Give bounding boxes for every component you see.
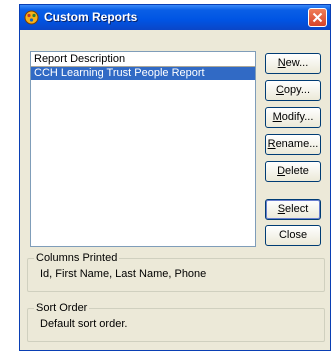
delete-button[interactable]: Delete <box>265 161 321 182</box>
copy-button-mnemonic: C <box>275 84 284 96</box>
list-header-report-description[interactable]: Report Description <box>31 52 255 67</box>
window-title: Custom Reports <box>44 10 138 24</box>
copy-button-label: opy... <box>283 84 311 96</box>
select-button-mnemonic: S <box>277 203 286 215</box>
list-item[interactable]: CCH Learning Trust People Report <box>31 67 255 80</box>
close-button-label: Close <box>278 229 308 241</box>
columns-printed-group: Columns Printed Id, First Name, Last Nam… <box>27 252 325 292</box>
close-icon <box>312 12 323 23</box>
title-bar[interactable]: Custom Reports <box>20 5 330 30</box>
select-button[interactable]: Select <box>265 199 321 220</box>
modify-button[interactable]: Modify... <box>265 107 321 128</box>
rename-button[interactable]: Rename... <box>265 134 321 155</box>
copy-button[interactable]: Copy... <box>265 80 321 101</box>
select-button-label: elect <box>285 203 309 215</box>
report-list[interactable]: Report Description CCH Learning Trust Pe… <box>30 51 256 247</box>
delete-button-mnemonic: D <box>277 165 286 177</box>
modify-button-mnemonic: M <box>272 111 282 123</box>
sort-order-label: Sort Order <box>34 302 90 314</box>
columns-printed-label: Columns Printed <box>34 252 120 264</box>
rename-button-mnemonic: R <box>267 138 276 150</box>
app-icon <box>24 10 39 25</box>
modify-button-label: odify... <box>281 111 314 123</box>
new-button-mnemonic: N <box>277 57 286 69</box>
custom-reports-window: Custom Reports Report Description CCH Le… <box>19 4 331 351</box>
sort-order-group: Sort Order Default sort order. <box>27 302 325 342</box>
close-button[interactable]: Close <box>265 225 321 246</box>
delete-button-label: elete <box>285 165 309 177</box>
close-window-button[interactable] <box>308 8 327 27</box>
new-button[interactable]: New... <box>265 53 321 74</box>
sort-order-value: Default sort order. <box>40 318 128 330</box>
rename-button-label: ename... <box>275 138 319 150</box>
new-button-label: ew... <box>285 57 309 69</box>
columns-printed-value: Id, First Name, Last Name, Phone <box>40 268 207 280</box>
